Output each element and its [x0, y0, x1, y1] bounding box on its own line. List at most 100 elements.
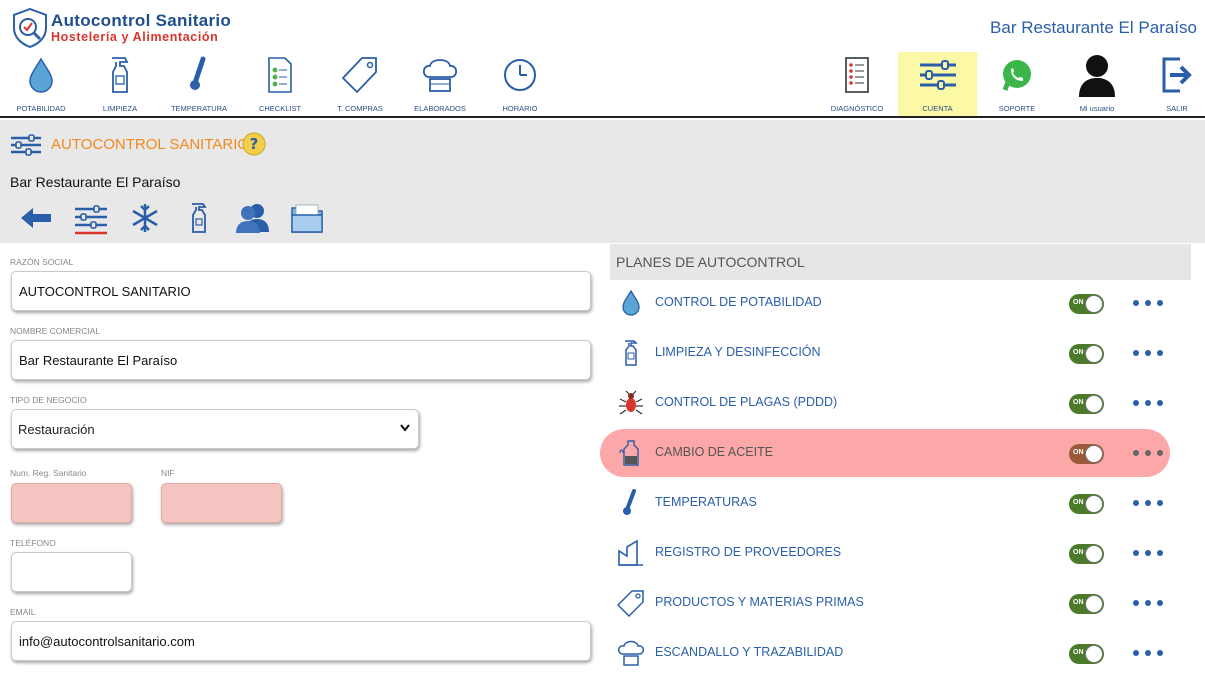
nav-potabilidad[interactable]: POTABILIDAD — [4, 52, 78, 116]
nav-label: HORARIO — [502, 104, 538, 113]
back-arrow-icon — [21, 208, 51, 228]
plan-row: PRODUCTOS Y MATERIAS PRIMAS ON — [600, 579, 1170, 627]
help-icon[interactable]: ? — [242, 132, 266, 156]
plan-toggle[interactable]: ON — [1069, 544, 1104, 564]
plans-header: PLANES DE AUTOCONTROL — [610, 244, 1191, 280]
plan-label: ESCANDALLO Y TRAZABILIDAD — [655, 645, 844, 659]
more-options-icon[interactable] — [1133, 294, 1163, 312]
nav-label: LIMPIEZA — [102, 104, 138, 113]
plan-row: CONTROL DE PLAGAS (PDDD) ON — [600, 379, 1170, 427]
email-input[interactable]: info@autocontrolsanitario.com — [11, 621, 591, 661]
nav-t-compras[interactable]: T. COMPRAS — [323, 52, 397, 116]
price-tag-icon — [341, 57, 377, 94]
toggle-label: ON — [1073, 349, 1084, 356]
plan-toggle[interactable]: ON — [1069, 294, 1104, 314]
nav-label: CUENTA — [922, 104, 953, 113]
insect-icon — [619, 390, 643, 415]
brand-title: Autocontrol Sanitario — [51, 11, 232, 30]
nav-soporte[interactable]: SOPORTE — [980, 52, 1054, 116]
plan-row: TEMPERATURAS ON — [600, 479, 1170, 527]
tipo-negocio-select[interactable]: Restauración — [11, 409, 419, 449]
sliders-icon — [11, 134, 41, 156]
toggle-label: ON — [1073, 299, 1084, 306]
plan-row: CONTROL DE POTABILIDAD ON — [600, 279, 1170, 327]
settings-tab-button[interactable] — [73, 200, 109, 236]
logo-shield-icon — [13, 8, 47, 48]
plan-label: CONTROL DE PLAGAS (PDDD) — [655, 395, 838, 409]
nav-temperatura[interactable]: TEMPERATURA — [162, 52, 236, 116]
nav-cuenta[interactable]: CUENTA — [898, 52, 977, 116]
toggle-label: ON — [1073, 649, 1084, 656]
users-icon — [236, 204, 269, 233]
plan-row: REGISTRO DE PROVEEDORES ON — [600, 529, 1170, 577]
chef-hat-icon — [617, 640, 645, 666]
diagnostic-list-icon — [845, 57, 869, 93]
section-title: AUTOCONTROL SANITARIO — [51, 136, 250, 153]
toggle-label: ON — [1073, 449, 1084, 456]
plan-toggle[interactable]: ON — [1069, 444, 1104, 464]
plan-row-highlighted: CAMBIO DE ACEITE ON — [600, 429, 1170, 477]
nav-salir[interactable]: SALIR — [1140, 52, 1205, 116]
plan-row: LIMPIEZA Y DESINFECCIÓN ON — [600, 329, 1170, 377]
nombre-comercial-input[interactable]: Bar Restaurante El Paraíso — [11, 340, 591, 380]
oil-fryer-icon — [619, 440, 639, 466]
plan-toggle[interactable]: ON — [1069, 344, 1104, 364]
more-options-icon[interactable] — [1133, 644, 1163, 662]
section-business-name: Bar Restaurante El Paraíso — [10, 174, 181, 190]
spray-bottle-icon — [192, 203, 207, 233]
razon-social-input[interactable]: AUTOCONTROL SANITARIO — [11, 271, 591, 311]
spray-bottle-icon — [625, 340, 638, 366]
plan-row: ESCANDALLO Y TRAZABILIDAD ON — [600, 629, 1170, 677]
more-options-icon[interactable] — [1133, 544, 1163, 562]
plan-toggle[interactable]: ON — [1069, 494, 1104, 514]
sliders-icon — [919, 60, 956, 90]
more-options-icon[interactable] — [1133, 444, 1163, 462]
nav-label: T. COMPRAS — [337, 104, 383, 113]
freezer-button[interactable] — [127, 200, 163, 236]
plan-toggle[interactable]: ON — [1069, 644, 1104, 664]
sliders-icon — [75, 205, 107, 235]
telefono-input[interactable] — [11, 552, 132, 592]
chef-hat-icon — [422, 59, 458, 92]
nav-label: ELABORADOS — [414, 104, 466, 113]
plan-label: CAMBIO DE ACEITE — [655, 445, 774, 459]
nav-limpieza[interactable]: LIMPIEZA — [83, 52, 157, 116]
nav-horario[interactable]: HORARIO — [483, 52, 557, 116]
whatsapp-icon — [1002, 60, 1031, 91]
logout-icon — [1162, 57, 1192, 93]
nif-input[interactable] — [161, 483, 282, 523]
snowflake-icon — [132, 204, 158, 232]
plan-label: LIMPIEZA Y DESINFECCIÓN — [655, 345, 821, 359]
cleaning-button[interactable] — [181, 200, 217, 236]
toggle-label: ON — [1073, 399, 1084, 406]
nav-mi-usuario[interactable]: Mi usuario — [1060, 52, 1134, 116]
header-business-name: Bar Restaurante El Paraíso — [990, 18, 1197, 37]
nav-label: POTABILIDAD — [16, 104, 66, 113]
top-bar: Autocontrol Sanitario Hostelería y Alime… — [0, 0, 1205, 118]
factory-icon — [618, 539, 643, 566]
checklist-icon — [268, 57, 292, 93]
plan-toggle[interactable]: ON — [1069, 394, 1104, 414]
thermometer-icon — [623, 489, 636, 515]
toggle-label: ON — [1073, 599, 1084, 606]
price-tag-icon — [617, 590, 644, 617]
more-options-icon[interactable] — [1133, 344, 1163, 362]
back-button[interactable] — [18, 200, 54, 236]
plan-label: CONTROL DE POTABILIDAD — [655, 295, 822, 309]
nav-label: CHECKLIST — [258, 104, 302, 113]
more-options-icon[interactable] — [1133, 594, 1163, 612]
plan-label: REGISTRO DE PROVEEDORES — [655, 545, 842, 559]
documents-button[interactable] — [289, 200, 325, 236]
folder-icon — [291, 204, 323, 233]
more-options-icon[interactable] — [1133, 394, 1163, 412]
nav-checklist[interactable]: CHECKLIST — [243, 52, 317, 116]
num-reg-input[interactable] — [11, 483, 132, 523]
users-button[interactable] — [235, 200, 271, 236]
razon-social-label: RAZÓN SOCIAL — [10, 257, 74, 267]
plan-label: PRODUCTOS Y MATERIAS PRIMAS — [655, 595, 864, 609]
more-options-icon[interactable] — [1133, 494, 1163, 512]
nav-diagnostico[interactable]: DIAGNÓSTICO — [820, 52, 894, 116]
plan-toggle[interactable]: ON — [1069, 594, 1104, 614]
nav-elaborados[interactable]: ELABORADOS — [403, 52, 477, 116]
tipo-negocio-value: Restauración — [18, 422, 95, 437]
